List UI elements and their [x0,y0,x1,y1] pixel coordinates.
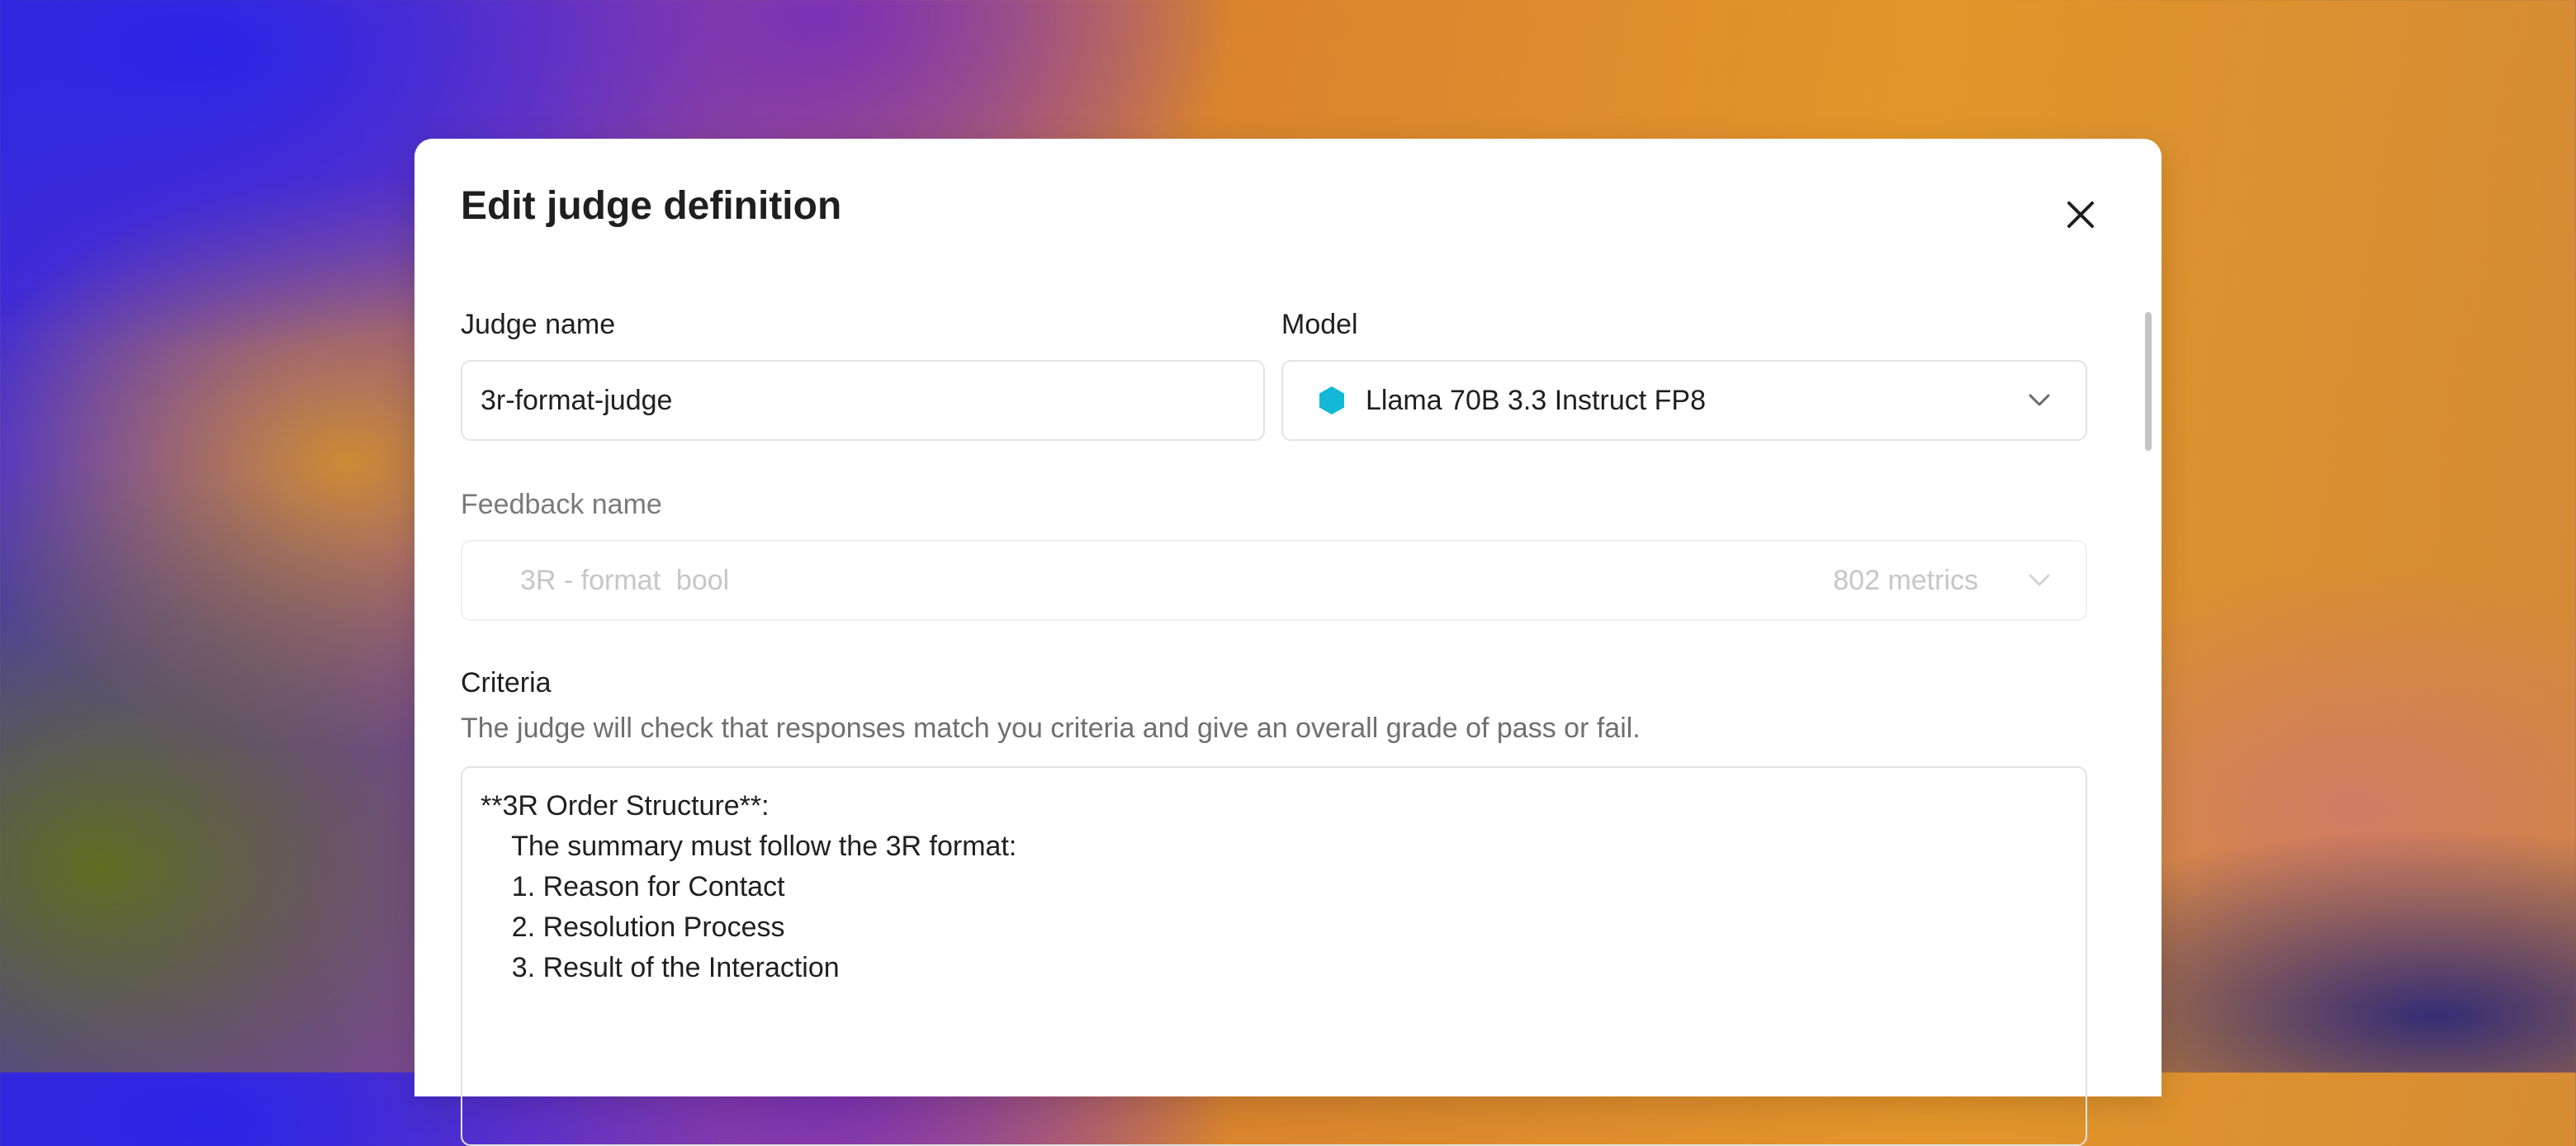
criteria-line: 3. Result of the Interaction [481,952,840,983]
metrics-count: 802 metrics [1833,564,1978,596]
criteria-line: 1. Reason for Contact [481,871,785,902]
criteria-line: 2. Resolution Process [481,912,785,943]
chevron-down-icon [2029,574,2050,586]
model-label: Model [1281,309,1358,340]
model-select[interactable]: Llama 70B 3.3 Instruct FP8 [1281,360,2087,441]
model-selected-value: Llama 70B 3.3 Instruct FP8 [1366,384,1706,416]
hexagon-icon [1319,386,1344,414]
close-button[interactable] [2064,198,2097,231]
criteria-textarea[interactable]: **3R Order Structure**: The summary must… [461,766,2087,1146]
criteria-line: **3R Order Structure**: [481,790,769,822]
close-icon [2067,201,2094,228]
chevron-down-icon [2029,394,2050,406]
criteria-description: The judge will check that responses matc… [461,713,1641,744]
feedback-name-value: 3R - format bool [520,564,730,596]
judge-name-label: Judge name [461,309,616,340]
scrollbar-thumb[interactable] [2145,312,2152,451]
criteria-line: The summary must follow the 3R format: [481,831,1017,862]
judge-name-value: 3r-format-judge [481,384,673,416]
feedback-name-label: Feedback name [461,489,662,520]
edit-judge-dialog: Edit judge definition Judge name 3r-form… [414,139,2162,1146]
dialog-title: Edit judge definition [461,184,842,228]
feedback-name-select: 3R - format bool 802 metrics [461,540,2087,621]
judge-name-input[interactable]: 3r-format-judge [461,360,1265,441]
criteria-label: Criteria [461,667,552,698]
